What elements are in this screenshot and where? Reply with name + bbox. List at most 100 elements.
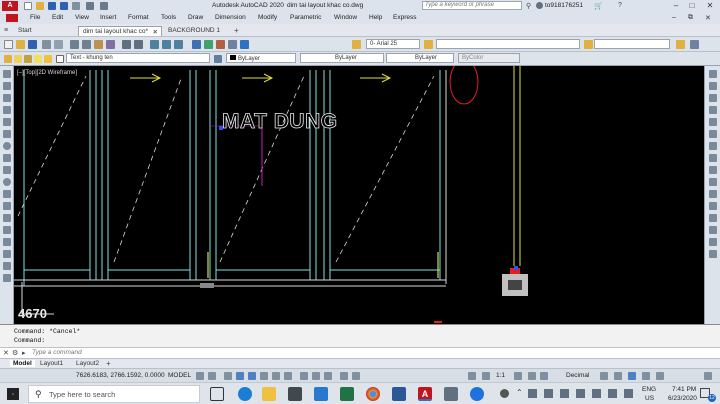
dimension-text[interactable]: 4670: [18, 306, 47, 321]
tab-start[interactable]: Start: [14, 26, 36, 36]
menu-app-icon[interactable]: [6, 14, 18, 22]
clock-date[interactable]: 6/23/2020: [668, 395, 697, 402]
draw-table-icon[interactable]: [3, 250, 11, 258]
modify-chamfer-icon[interactable]: [709, 226, 717, 234]
table-style-dropdown[interactable]: [594, 39, 670, 49]
tray-wifi-icon[interactable]: [608, 389, 617, 398]
search-input[interactable]: Type a keyword or phrase: [422, 1, 522, 10]
model-space-toggle[interactable]: MODEL: [168, 372, 191, 379]
tool-design-center-icon[interactable]: [204, 40, 213, 49]
tool-undo-icon[interactable]: [122, 40, 131, 49]
draw-revcloud-icon[interactable]: [3, 154, 11, 162]
selection-filter-icon[interactable]: [340, 372, 348, 380]
draw-arc-icon[interactable]: [3, 130, 11, 138]
modify-explode-icon[interactable]: [709, 250, 717, 258]
annotation-scale-value[interactable]: 1:1: [496, 372, 505, 379]
clock-time[interactable]: 7:41 PM: [672, 386, 696, 393]
dim-style-dropdown[interactable]: [436, 39, 580, 49]
hardware-acceleration-icon[interactable]: [642, 372, 650, 380]
redo-icon[interactable]: [100, 2, 108, 10]
menu-minimize-icon[interactable]: –: [672, 14, 676, 21]
tray-people-icon[interactable]: [500, 389, 509, 398]
tool-cut-icon[interactable]: [70, 40, 79, 49]
color-dropdown[interactable]: ByLayer: [226, 53, 296, 63]
autocad-taskbar-icon[interactable]: A: [418, 387, 432, 401]
drawing-title-text[interactable]: MAT DUNG: [222, 110, 338, 134]
menu-file[interactable]: File: [30, 14, 40, 21]
menu-dimension[interactable]: Dimension: [215, 14, 246, 21]
drawing-canvas[interactable]: [–][Top][2D Wireframe] MAT DUNG 4670: [14, 66, 704, 324]
viewport-label[interactable]: [–][Top][2D Wireframe]: [17, 70, 77, 76]
tool-help-icon[interactable]: [240, 40, 249, 49]
lineweight-icon[interactable]: [272, 372, 280, 380]
units-icon[interactable]: [540, 372, 548, 380]
menu-view[interactable]: View: [75, 14, 89, 21]
command-close-icon[interactable]: ✕: [3, 349, 9, 357]
draw-xline-icon[interactable]: [3, 82, 11, 90]
layout-tab-layout1[interactable]: Layout1: [40, 360, 63, 367]
polar-icon[interactable]: [236, 372, 244, 380]
tab-close-icon[interactable]: ✕: [153, 28, 158, 36]
tool-paste-icon[interactable]: [94, 40, 103, 49]
menu-format[interactable]: Format: [128, 14, 149, 21]
tool-zoom-window-icon[interactable]: [174, 40, 183, 49]
units-value[interactable]: Decimal: [566, 372, 589, 379]
modify-rotate-icon[interactable]: [709, 142, 717, 150]
tool-copy-icon[interactable]: [82, 40, 91, 49]
selection-cycling-icon[interactable]: [300, 372, 308, 380]
lineweight-dropdown[interactable]: ByLayer: [386, 53, 454, 63]
help-icon[interactable]: ?: [618, 2, 622, 9]
user-icon[interactable]: [536, 2, 543, 9]
new-tab-icon[interactable]: +: [234, 26, 239, 35]
layer-lock-icon[interactable]: [24, 55, 32, 63]
tool-print-icon[interactable]: [42, 40, 51, 49]
user-name[interactable]: to918176251: [545, 2, 583, 9]
open-icon[interactable]: [36, 2, 44, 10]
tool-pan-icon[interactable]: [150, 40, 159, 49]
camera-app-icon[interactable]: [444, 387, 458, 401]
menu-window[interactable]: Window: [334, 14, 357, 21]
tool-tablestyle-icon[interactable]: [584, 40, 593, 49]
language-indicator[interactable]: ENG: [642, 386, 656, 393]
tool-calc-icon[interactable]: [228, 40, 237, 49]
zalo-icon[interactable]: [470, 387, 484, 401]
menu-help[interactable]: Help: [369, 14, 382, 21]
tool-palettes-icon[interactable]: [216, 40, 225, 49]
draw-region-icon[interactable]: [3, 238, 11, 246]
word-icon[interactable]: [392, 387, 406, 401]
isolate-objects-icon[interactable]: [628, 372, 636, 380]
draw-hatch-icon[interactable]: [3, 214, 11, 222]
layer-state-icon[interactable]: [4, 55, 12, 63]
tray-network-icon[interactable]: [544, 389, 553, 398]
annotation-scale-icon[interactable]: [482, 372, 490, 380]
layer-color-swatch-icon[interactable]: [56, 55, 64, 63]
file-explorer-icon[interactable]: [262, 387, 276, 401]
osnap-icon[interactable]: [248, 372, 256, 380]
layer-freeze-icon[interactable]: [14, 55, 22, 63]
draw-spline-icon[interactable]: [3, 166, 11, 174]
tray-onedrive-icon[interactable]: [592, 389, 601, 398]
tool-dimstyle-icon[interactable]: [424, 40, 433, 49]
modify-mirror-icon[interactable]: [709, 94, 717, 102]
modify-erase-icon[interactable]: [709, 70, 717, 78]
new-layout-icon[interactable]: +: [106, 359, 111, 368]
layer-dropdown[interactable]: Text - khung ten: [66, 53, 210, 63]
edge-browser-icon[interactable]: [238, 387, 252, 401]
draw-addselected-icon[interactable]: [3, 274, 11, 282]
modify-stretch-icon[interactable]: [709, 166, 717, 174]
menu-draw[interactable]: Draw: [188, 14, 203, 21]
layout-tab-layout2[interactable]: Layout2: [76, 360, 99, 367]
save-icon[interactable]: [48, 2, 56, 10]
modify-scale-icon[interactable]: [709, 154, 717, 162]
otrack-icon[interactable]: [260, 372, 268, 380]
modify-fillet-icon[interactable]: [709, 238, 717, 246]
draw-polygon-icon[interactable]: [3, 106, 11, 114]
minimize-button[interactable]: –: [670, 0, 682, 12]
tray-speaker-icon[interactable]: [624, 389, 633, 398]
modify-array-icon[interactable]: [709, 118, 717, 126]
menu-modify[interactable]: Modify: [258, 14, 277, 21]
snap-icon[interactable]: [208, 372, 216, 380]
taskbar-search-box[interactable]: ⚲ Type here to search: [28, 385, 200, 403]
draw-line-icon[interactable]: [3, 70, 11, 78]
tool-mleader-icon[interactable]: [676, 40, 685, 49]
